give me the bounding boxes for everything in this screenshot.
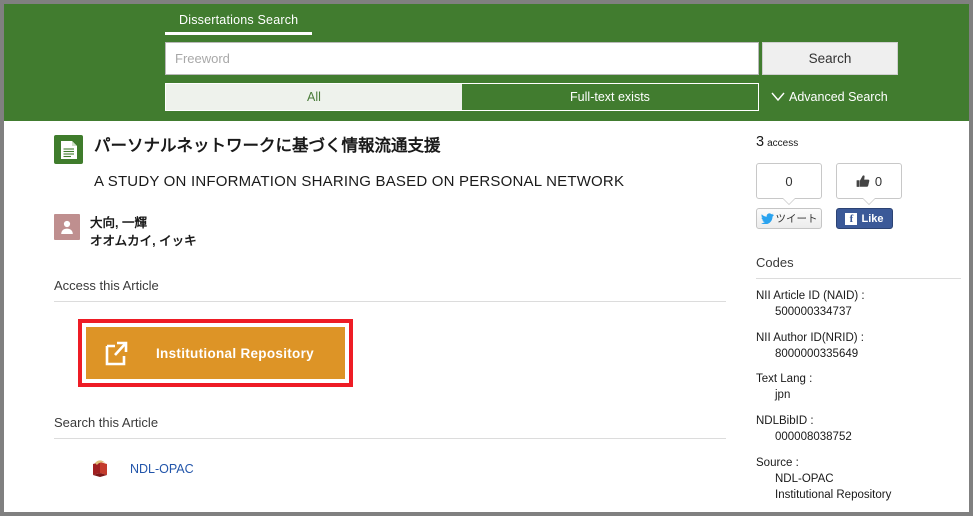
tweet-count-bubble: 0: [756, 163, 822, 205]
like-widget: 0 f Like: [836, 163, 902, 229]
code-label: NII Author ID(NRID) :: [756, 331, 864, 344]
opac-link-row: NDL-OPAC: [54, 457, 726, 481]
tab-dissertations-search[interactable]: Dissertations Search: [165, 11, 313, 35]
filter-fulltext-exists[interactable]: Full-text exists: [462, 84, 758, 110]
like-label: Like: [861, 212, 884, 225]
browser-viewport: Dissertations Search Search All Full-tex…: [0, 0, 973, 516]
article-main-column: パーソナルネットワークに基づく情報流通支援 A STUDY ON INFORMA…: [54, 134, 726, 481]
search-input[interactable]: [165, 42, 759, 75]
tweet-button[interactable]: ツイート: [756, 208, 822, 229]
code-value: 000008038752: [775, 431, 852, 444]
codes-list: NII Article ID (NAID) :500000334737 NII A…: [756, 290, 961, 504]
access-section-divider: [54, 301, 726, 303]
code-value: jpn: [775, 389, 791, 402]
page-content: パーソナルネットワークに基づく情報流通支援 A STUDY ON INFORMA…: [4, 121, 969, 512]
social-buttons: 0 ツイート 0 f Like: [756, 163, 961, 229]
search-section-heading: Search this Article: [54, 415, 159, 431]
highlight-box: Institutional Repository: [78, 319, 353, 388]
code-label: Text Lang :: [756, 373, 813, 386]
filter-row: All Full-text exists Advanced Search: [165, 83, 888, 111]
author-kanji[interactable]: 大向, 一輝: [90, 214, 197, 232]
like-count: 0: [874, 173, 883, 189]
access-count-number: 3: [756, 134, 765, 150]
search-button[interactable]: Search: [762, 42, 898, 75]
access-button-wrapper: Institutional Repository: [54, 319, 726, 388]
advanced-search-label: Advanced Search: [789, 90, 888, 104]
filter-all[interactable]: All: [166, 84, 462, 110]
code-label: Source :: [756, 456, 799, 469]
code-item: Source : NDL-OPAC Institutional Repository: [756, 457, 961, 504]
tweet-label: ツイート: [775, 213, 818, 225]
advanced-search-toggle[interactable]: Advanced Search: [770, 90, 888, 104]
thumbs-up-icon: [856, 174, 871, 189]
author-kana: オオムカイ, イッキ: [90, 234, 197, 249]
document-icon: [54, 135, 83, 164]
twitter-bird-icon: [760, 213, 774, 224]
code-value: NDL-OPAC Institutional Repository: [775, 472, 892, 502]
chevron-down-icon: [770, 91, 786, 103]
facebook-like-button[interactable]: f Like: [836, 208, 893, 229]
tweet-count: 0: [785, 173, 793, 189]
article-title-japanese: パーソナルネットワークに基づく情報流通支援: [94, 137, 441, 155]
codes-heading: Codes: [756, 255, 794, 270]
codes-divider: [756, 278, 961, 279]
article-title-row: パーソナルネットワークに基づく情報流通支援: [54, 134, 726, 164]
filter-group: All Full-text exists: [165, 83, 759, 111]
facebook-icon: f: [845, 212, 858, 225]
code-value: 8000000335649: [775, 347, 859, 360]
book-icon: [89, 457, 113, 481]
site-header: Dissertations Search Search All Full-tex…: [4, 4, 969, 121]
ndl-opac-link[interactable]: NDL-OPAC: [130, 462, 194, 476]
access-count-label: access: [767, 138, 799, 149]
code-label: NDLBibID :: [756, 415, 814, 428]
code-item: NDLBibID : 000008038752: [756, 415, 961, 446]
author-row: 大向, 一輝 オオムカイ, イッキ: [54, 214, 726, 250]
code-label: NII Article ID (NAID) :: [756, 290, 865, 302]
access-section-heading: Access this Article: [54, 278, 159, 294]
tab-bar: Dissertations Search: [165, 11, 313, 35]
code-item: NII Article ID (NAID) : 500000334737: [756, 290, 961, 321]
article-title-english: A STUDY ON INFORMATION SHARING BASED ON …: [94, 173, 625, 190]
article-side-column: 3 access 0 ツイート 0 f Like Codes NII Artic…: [756, 134, 961, 504]
code-item: NII Author ID(NRID) : 8000000335649: [756, 332, 961, 363]
institutional-repository-label: Institutional Repository: [156, 345, 314, 361]
external-link-icon: [104, 339, 130, 367]
institutional-repository-button[interactable]: Institutional Repository: [84, 325, 347, 382]
access-count: 3 access: [756, 134, 961, 150]
author-names: 大向, 一輝 オオムカイ, イッキ: [90, 214, 197, 250]
search-row: Search: [165, 42, 898, 75]
tweet-widget: 0 ツイート: [756, 163, 822, 229]
search-section-divider: [54, 438, 726, 440]
like-count-bubble: 0: [836, 163, 902, 205]
code-item: Text Lang : jpn: [756, 373, 961, 404]
code-value: 500000334737: [775, 306, 852, 318]
person-icon: [54, 214, 80, 240]
